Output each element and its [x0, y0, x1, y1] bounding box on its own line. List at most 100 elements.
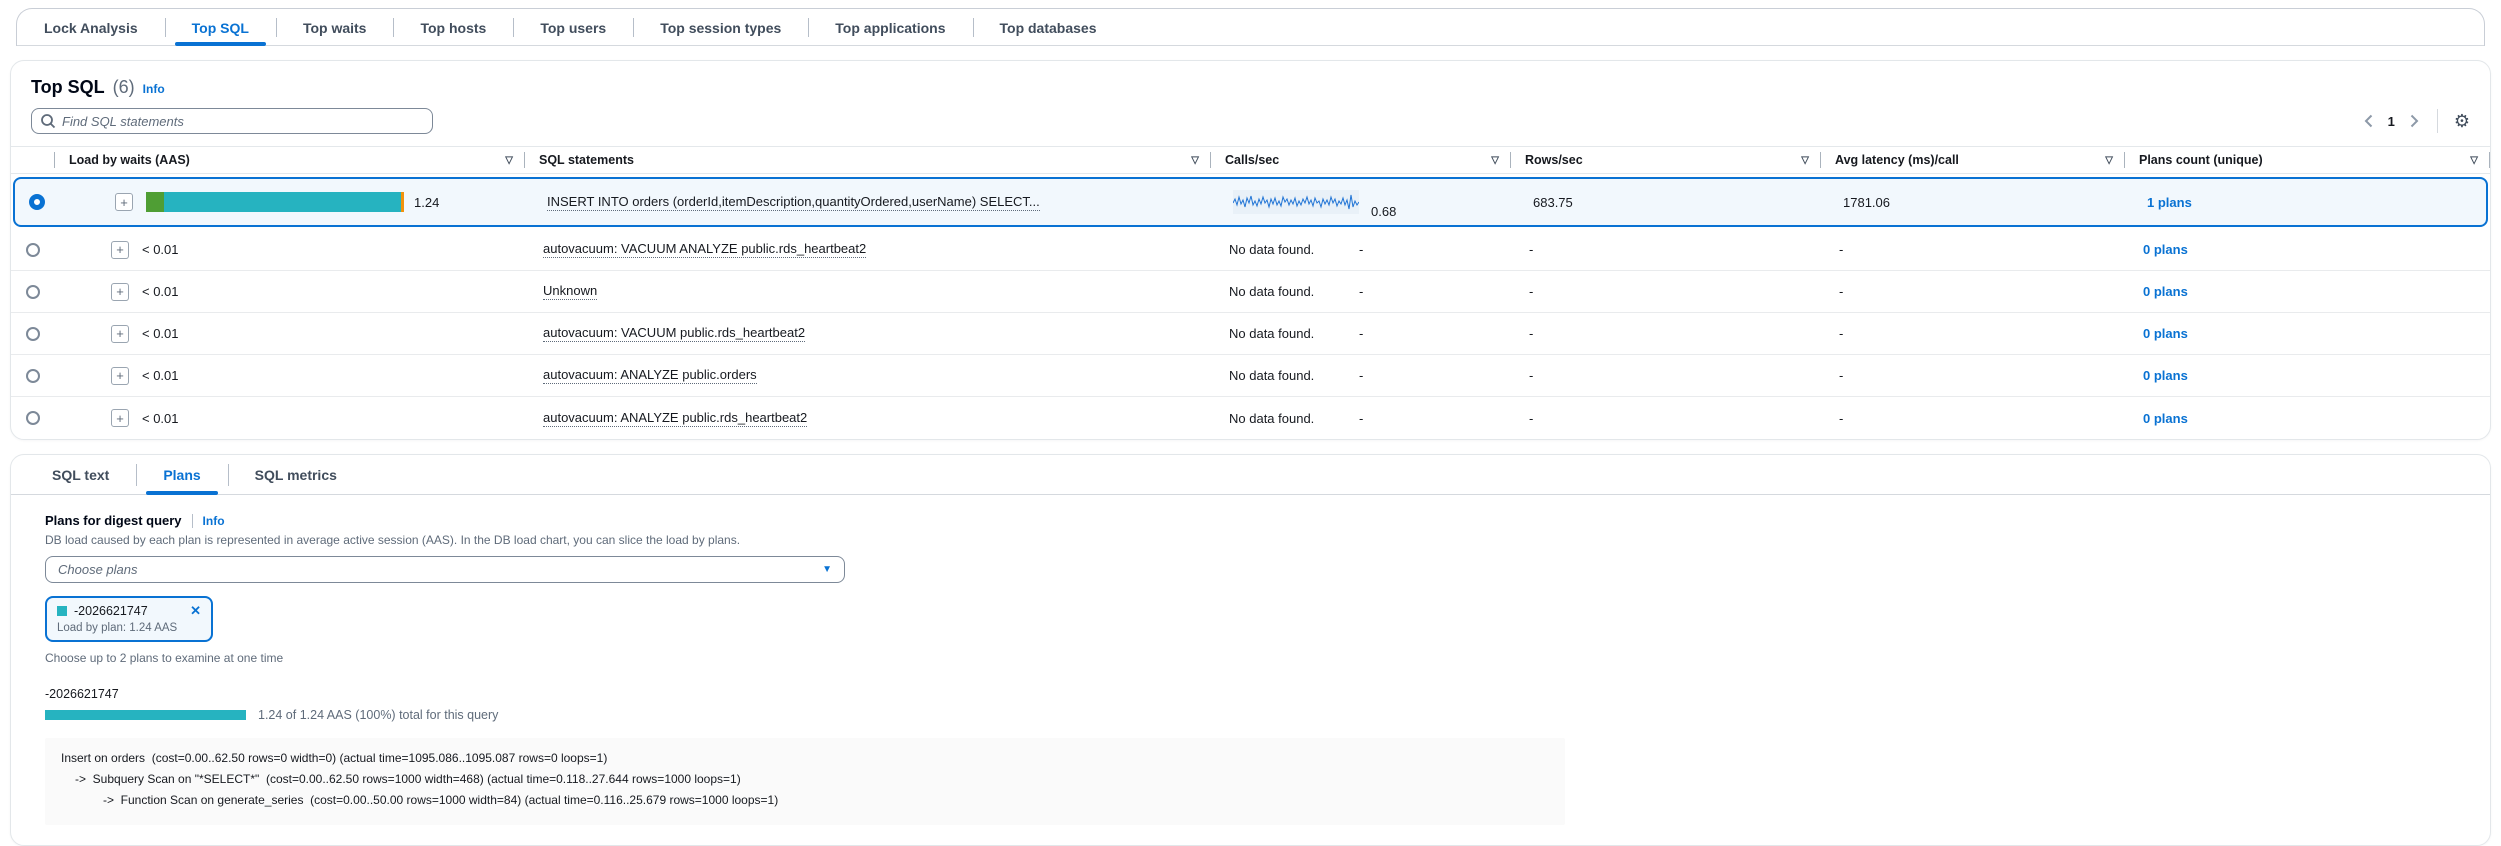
tab-top-applications[interactable]: Top applications [808, 9, 972, 46]
performance-insights-page: Lock Analysis Top SQL Top waits Top host… [0, 8, 2501, 843]
plan-color-swatch [57, 606, 67, 616]
rows-per-sec-value: 683.75 [1533, 195, 1573, 210]
row-radio[interactable] [26, 285, 40, 299]
plan-id-label: -2026621747 [45, 687, 2456, 701]
tab-sql-metrics[interactable]: SQL metrics [228, 455, 364, 495]
table-row[interactable]: + < 0.01 autovacuum: ANALYZE public.rds_… [11, 397, 2490, 439]
tab-lock-analysis[interactable]: Lock Analysis [17, 9, 165, 46]
tab-label: Top applications [835, 20, 945, 36]
avg-latency-value: - [1839, 284, 1843, 299]
filter-icon[interactable]: ▽ [1801, 155, 1809, 166]
plan-line: Insert on orders (cost=0.00..62.50 rows=… [61, 748, 1549, 769]
column-header-calls-sec[interactable]: Calls/sec ▽ [1211, 147, 1511, 173]
sql-statement-link[interactable]: INSERT INTO orders (orderId,itemDescript… [547, 194, 1040, 211]
plans-count-link[interactable]: 0 plans [2143, 242, 2188, 257]
load-value: < 0.01 [142, 326, 179, 341]
filter-icon[interactable]: ▽ [2105, 155, 2113, 166]
tab-top-hosts[interactable]: Top hosts [393, 9, 513, 46]
expand-row-button[interactable]: + [111, 241, 129, 259]
remove-plan-icon[interactable]: ✕ [176, 603, 201, 619]
rows-per-sec-value: - [1529, 326, 1533, 341]
tab-label: Top users [540, 20, 606, 36]
row-radio-selected[interactable] [29, 194, 45, 210]
table-row[interactable]: + < 0.01 autovacuum: ANALYZE public.orde… [11, 355, 2490, 397]
section-title: Plans for digest query [45, 513, 182, 528]
filter-icon[interactable]: ▽ [505, 155, 513, 166]
sql-statement-link[interactable]: autovacuum: ANALYZE public.orders [543, 367, 757, 384]
row-radio[interactable] [26, 327, 40, 341]
plans-count-link[interactable]: 0 plans [2143, 411, 2188, 426]
row-radio[interactable] [26, 243, 40, 257]
chevron-left-icon [2364, 114, 2373, 128]
tab-top-session-types[interactable]: Top session types [633, 9, 808, 46]
selected-plan-chip: -2026621747 ✕ Load by plan: 1.24 AAS [45, 596, 213, 642]
table-row[interactable]: + < 0.01 autovacuum: VACUUM public.rds_h… [11, 313, 2490, 355]
table-row[interactable]: + < 0.01 autovacuum: VACUUM ANALYZE publ… [11, 229, 2490, 271]
column-header-selection [11, 147, 55, 173]
tab-label: Top SQL [192, 20, 249, 36]
column-header-load-by-waits[interactable]: Load by waits (AAS) ▽ [55, 147, 525, 173]
current-page-number[interactable]: 1 [2388, 114, 2395, 129]
column-header-sql-statements[interactable]: SQL statements ▽ [525, 147, 1211, 173]
plan-line: -> Function Scan on generate_series (cos… [61, 790, 1549, 811]
row-radio[interactable] [26, 369, 40, 383]
filter-icon[interactable]: ▽ [2470, 155, 2478, 166]
info-link[interactable]: Info [143, 82, 165, 96]
row-radio[interactable] [26, 411, 40, 425]
load-value: < 0.01 [142, 242, 179, 257]
avg-latency-value: - [1839, 242, 1843, 257]
progress-bar [45, 710, 246, 720]
tab-top-users[interactable]: Top users [513, 9, 633, 46]
calls-no-data-text: No data found. [1229, 284, 1314, 299]
top-sql-table: Load by waits (AAS) ▽ SQL statements ▽ C… [11, 146, 2490, 439]
expand-row-button[interactable]: + [111, 325, 129, 343]
plans-count-link[interactable]: 0 plans [2143, 326, 2188, 341]
avg-latency-value: - [1839, 326, 1843, 341]
next-page-button[interactable] [2408, 112, 2421, 130]
column-header-avg-latency[interactable]: Avg latency (ms)/call ▽ [1821, 147, 2125, 173]
expand-row-button[interactable]: + [111, 367, 129, 385]
previous-page-button[interactable] [2362, 112, 2375, 130]
plans-count-link[interactable]: 0 plans [2143, 368, 2188, 383]
info-link[interactable]: Info [203, 514, 225, 528]
tab-top-databases[interactable]: Top databases [973, 9, 1124, 46]
progress-label: 1.24 of 1.24 AAS (100%) total for this q… [258, 708, 498, 722]
tab-label: SQL metrics [255, 467, 337, 483]
plans-count-link[interactable]: 1 plans [2147, 195, 2192, 210]
filter-icon[interactable]: ▽ [1491, 155, 1499, 166]
tab-top-waits[interactable]: Top waits [276, 9, 394, 46]
table-row[interactable]: + 1.24 INSERT INTO orders (orderId,itemD… [13, 177, 2488, 227]
calls-value: - [1359, 242, 1363, 257]
search-input[interactable] [31, 108, 433, 134]
sql-statement-link[interactable]: autovacuum: VACUUM public.rds_heartbeat2 [543, 325, 805, 342]
plans-count-link[interactable]: 0 plans [2143, 284, 2188, 299]
avg-latency-value: 1781.06 [1843, 195, 1890, 210]
column-header-rows-sec[interactable]: Rows/sec ▽ [1511, 147, 1821, 173]
section-description: DB load caused by each plan is represent… [45, 533, 2456, 547]
column-header-plans-count[interactable]: Plans count (unique) ▽ [2125, 147, 2490, 173]
calls-value: - [1359, 368, 1363, 383]
sql-statement-link[interactable]: Unknown [543, 283, 597, 300]
plans-hint-text: Choose up to 2 plans to examine at one t… [45, 651, 2456, 665]
column-label: Rows/sec [1525, 153, 1583, 167]
expand-row-button[interactable]: + [115, 193, 133, 211]
filter-icon[interactable]: ▽ [1191, 155, 1199, 166]
table-row[interactable]: + < 0.01 Unknown No data found. - - - 0 … [11, 271, 2490, 313]
title-divider [192, 514, 193, 528]
settings-gear-icon[interactable]: ⚙ [2454, 112, 2470, 130]
search-icon [40, 113, 56, 129]
tab-top-sql[interactable]: Top SQL [165, 9, 276, 46]
pagination: 1 ⚙ [2362, 109, 2470, 133]
expand-row-button[interactable]: + [111, 409, 129, 427]
choose-plans-select[interactable]: Choose plans ▼ [45, 556, 845, 583]
expand-row-button[interactable]: + [111, 283, 129, 301]
plan-line: -> Subquery Scan on "*SELECT*" (cost=0.0… [61, 769, 1549, 790]
sql-statement-link[interactable]: autovacuum: VACUUM ANALYZE public.rds_he… [543, 241, 866, 258]
select-placeholder: Choose plans [58, 562, 138, 577]
tab-plans[interactable]: Plans [136, 455, 227, 495]
sql-statement-link[interactable]: autovacuum: ANALYZE public.rds_heartbeat… [543, 410, 807, 427]
column-label: Avg latency (ms)/call [1835, 153, 1959, 167]
tab-sql-text[interactable]: SQL text [25, 455, 136, 495]
execution-plan-block: Insert on orders (cost=0.00..62.50 rows=… [45, 738, 1565, 825]
calls-no-data-text: No data found. [1229, 326, 1314, 341]
